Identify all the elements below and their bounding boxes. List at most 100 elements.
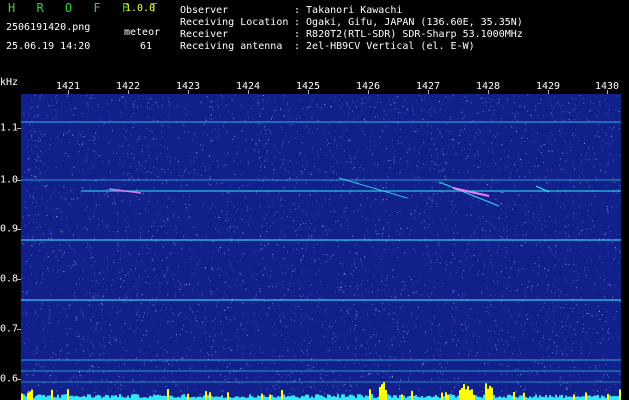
noise-speck [439, 363, 441, 365]
noise-speck [560, 307, 562, 309]
noise-speck [240, 130, 242, 132]
noise-speck [530, 140, 532, 142]
noise-speck [250, 302, 252, 304]
noise-speck [248, 117, 249, 119]
noise-speck [368, 373, 370, 375]
noise-speck [373, 200, 375, 202]
noise-speck [137, 320, 139, 321]
noise-speck [556, 346, 558, 347]
noise-speck [598, 131, 600, 133]
noise-speck [514, 113, 516, 114]
noise-speck [393, 242, 395, 244]
noise-speck [281, 127, 283, 129]
noise-speck [389, 167, 391, 169]
noise-speck [595, 375, 596, 377]
noise-speck [105, 348, 107, 350]
noise-speck [30, 266, 31, 268]
noise-speck [299, 371, 301, 373]
noise-speck [92, 140, 94, 141]
noise-speck [432, 323, 434, 325]
noise-speck [146, 146, 148, 148]
noise-speck [548, 150, 550, 152]
noise-speck [369, 352, 371, 354]
noise-speck [331, 326, 333, 328]
noise-speck [592, 220, 594, 222]
noise-speck [194, 388, 196, 390]
noise-speck [135, 124, 137, 126]
noise-speck [437, 234, 439, 236]
noise-speck [519, 105, 521, 107]
noise-speck [330, 212, 331, 214]
noise-speck [261, 225, 263, 227]
noise-speck [371, 246, 373, 248]
noise-speck [133, 195, 135, 197]
noise-speck [287, 374, 289, 376]
noise-speck [336, 162, 338, 164]
noise-speck [614, 182, 615, 183]
noise-speck [232, 138, 234, 140]
activity-bar [135, 394, 137, 400]
noise-speck [316, 150, 318, 152]
noise-speck [67, 333, 69, 335]
noise-speck [339, 136, 340, 138]
noise-speck [83, 335, 85, 337]
noise-speck [433, 316, 435, 318]
noise-speck [213, 252, 215, 254]
noise-speck [207, 354, 209, 356]
noise-speck [46, 372, 48, 374]
noise-speck [198, 100, 200, 102]
noise-speck [469, 268, 471, 270]
noise-speck [618, 123, 620, 125]
noise-speck [361, 97, 363, 99]
noise-speck [34, 243, 36, 245]
noise-speck [86, 153, 88, 155]
noise-speck [300, 173, 302, 175]
noise-speck [306, 165, 308, 167]
noise-speck [598, 258, 600, 260]
noise-speck [178, 314, 179, 316]
activity-bar [493, 395, 495, 400]
noise-speck [519, 314, 520, 316]
noise-speck [487, 339, 489, 341]
noise-speck [259, 383, 261, 384]
noise-speck [319, 297, 321, 299]
noise-speck [309, 105, 311, 107]
noise-speck [109, 313, 111, 315]
noise-speck [311, 358, 313, 359]
noise-speck [453, 193, 455, 195]
noise-speck [518, 176, 520, 178]
noise-speck [226, 200, 228, 202]
noise-speck [605, 132, 607, 134]
noise-speck [312, 205, 314, 207]
noise-speck [240, 104, 242, 106]
noise-speck [595, 282, 597, 283]
noise-speck [383, 308, 385, 310]
noise-speck [377, 115, 379, 117]
noise-speck [28, 222, 30, 224]
noise-speck [494, 331, 496, 332]
noise-speck [540, 205, 542, 207]
noise-speck [438, 324, 440, 326]
noise-speck [396, 382, 398, 384]
noise-speck [128, 144, 130, 146]
noise-speck [219, 274, 221, 276]
noise-speck [55, 390, 57, 392]
noise-speck [61, 256, 63, 258]
noise-speck [540, 309, 542, 311]
activity-bar [77, 396, 79, 400]
noise-speck [472, 120, 474, 122]
noise-speck [451, 203, 453, 205]
noise-speck [530, 114, 532, 116]
noise-speck [495, 324, 497, 326]
noise-speck [291, 388, 293, 390]
noise-speck [90, 320, 92, 322]
noise-speck [571, 335, 573, 337]
noise-speck [496, 103, 498, 105]
noise-speck [170, 312, 172, 314]
noise-speck [401, 306, 403, 307]
noise-speck [340, 282, 342, 284]
noise-speck [443, 161, 445, 163]
noise-speck [435, 148, 437, 150]
noise-speck [277, 197, 278, 199]
noise-speck [363, 102, 365, 104]
